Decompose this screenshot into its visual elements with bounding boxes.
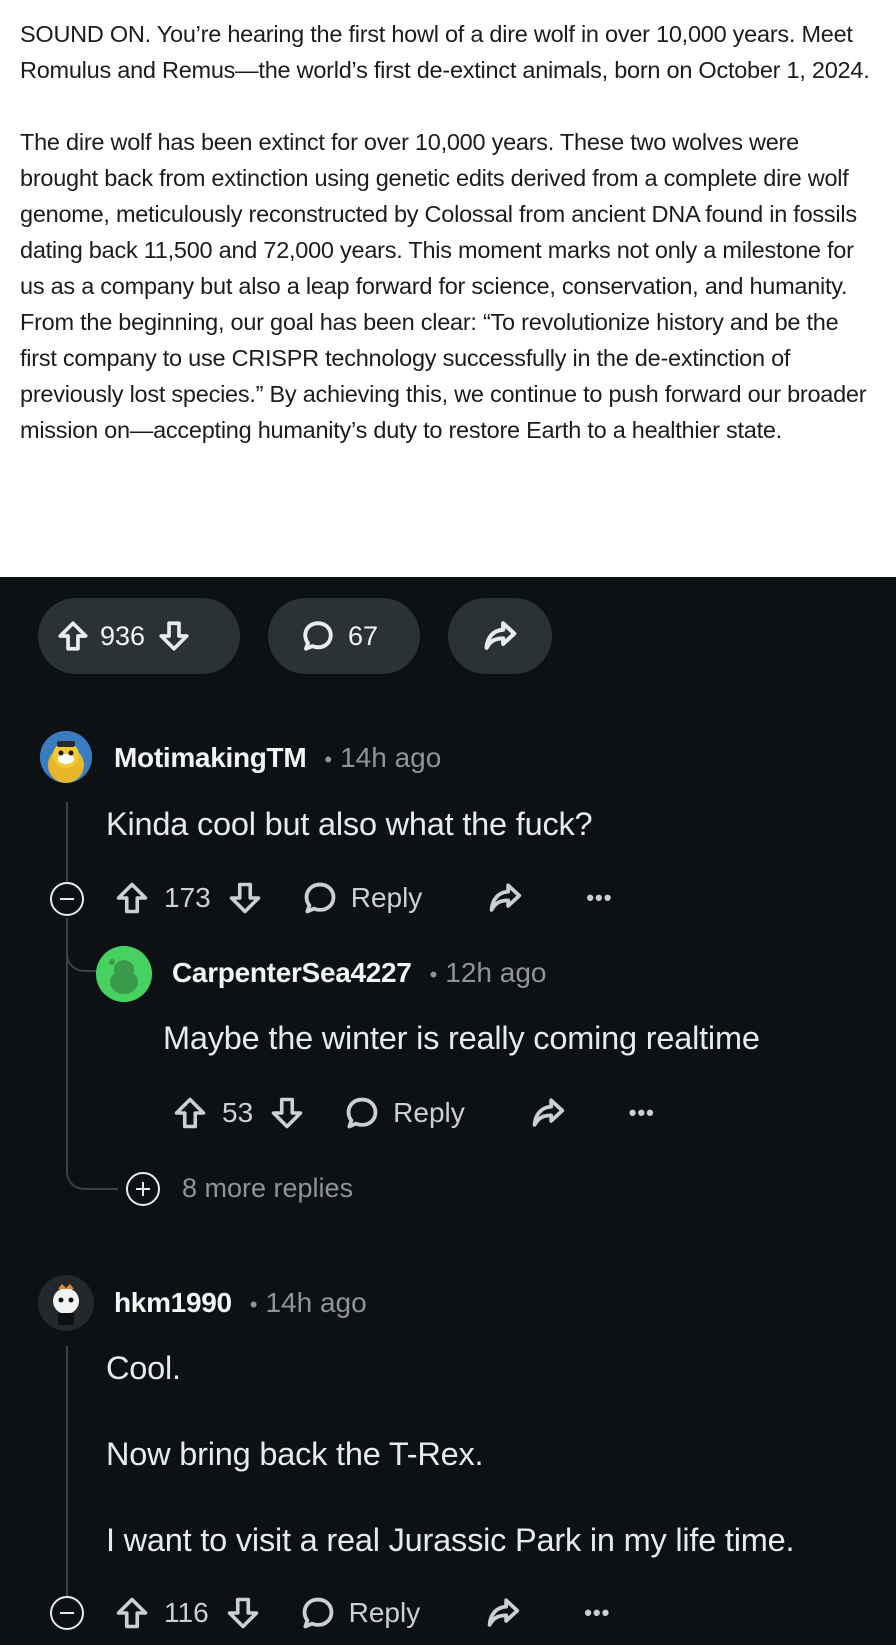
thread-line: [66, 918, 68, 1068]
separator-dot: •: [249, 1292, 258, 1317]
reply-button[interactable]: Reply: [343, 1094, 465, 1132]
comment-timestamp: 14h ago: [340, 742, 442, 773]
comment-text: Now bring back the T-Rex.: [106, 1436, 484, 1472]
collapse-icon: [60, 897, 74, 901]
share-icon[interactable]: [529, 1094, 567, 1132]
comment-header: MotimakingTM • 14h ago: [114, 742, 441, 774]
upvote-icon[interactable]: [114, 1595, 150, 1631]
upvote-icon[interactable]: [172, 1095, 208, 1131]
separator-dot: •: [324, 747, 333, 772]
downvote-icon[interactable]: [157, 619, 191, 653]
username[interactable]: hkm1990: [114, 1287, 232, 1319]
vote-count: 116: [164, 1597, 209, 1628]
comment-icon: [303, 621, 333, 651]
comment-icon: [302, 1597, 333, 1629]
post-vote-pill: 936: [38, 598, 240, 674]
collapse-button[interactable]: [50, 1596, 84, 1630]
share-icon[interactable]: [486, 879, 524, 917]
comment-icon: [346, 1097, 378, 1129]
overflow-icon[interactable]: •••: [629, 1100, 655, 1126]
post-paragraph: The dire wolf has been extinct for over …: [20, 129, 867, 443]
reply-label: Reply: [348, 1597, 421, 1628]
reply-label: Reply: [393, 1097, 465, 1128]
comment-text: Cool.: [106, 1350, 181, 1386]
downvote-icon[interactable]: [269, 1095, 305, 1131]
thread-line: [66, 802, 68, 882]
comment-header: CarpenterSea4227 • 12h ago: [172, 957, 547, 989]
thread-line: [66, 1346, 68, 1596]
post-body: SOUND ON. You’re hearing the first howl …: [0, 0, 896, 577]
vote-count: 173: [164, 882, 211, 913]
downvote-icon[interactable]: [225, 1595, 261, 1631]
post-vote-count: 936: [100, 620, 146, 651]
thread-connector: [66, 1068, 118, 1190]
username[interactable]: CarpenterSea4227: [172, 957, 412, 989]
comment-text: Kinda cool but also what the fuck?: [106, 806, 593, 842]
comment-actions: 53 Reply •••: [172, 1091, 655, 1135]
more-replies-link[interactable]: 8 more replies: [182, 1173, 353, 1204]
avatar[interactable]: [96, 946, 152, 1002]
comment-actions: 173 Reply •••: [114, 876, 612, 920]
upvote-icon[interactable]: [114, 880, 150, 916]
avatar[interactable]: [38, 1275, 94, 1331]
reply-button[interactable]: Reply: [301, 879, 423, 917]
comment-text: Maybe the winter is really coming realti…: [163, 1020, 760, 1056]
comment-timestamp: 14h ago: [265, 1287, 367, 1318]
share-icon[interactable]: [484, 1594, 522, 1632]
comment-header: hkm1990 • 14h ago: [114, 1287, 367, 1319]
post-paragraph: SOUND ON. You’re hearing the first howl …: [20, 21, 870, 83]
username[interactable]: MotimakingTM: [114, 742, 307, 774]
reply-label: Reply: [350, 882, 423, 913]
thread-connector: [66, 950, 98, 972]
overflow-icon[interactable]: •••: [584, 1600, 610, 1626]
vote-count: 53: [222, 1097, 254, 1128]
comment-timestamp: 12h ago: [445, 957, 547, 988]
comment-actions: 116 Reply •••: [114, 1591, 610, 1635]
comment-icon: [304, 882, 336, 914]
post-comment-count: 67: [348, 620, 379, 651]
collapse-button[interactable]: [50, 882, 84, 916]
post-share-button[interactable]: [448, 598, 552, 674]
avatar[interactable]: [40, 731, 92, 783]
downvote-icon[interactable]: [227, 880, 263, 916]
comment-text: I want to visit a real Jurassic Park in …: [106, 1522, 795, 1558]
separator-dot: •: [429, 962, 438, 987]
overflow-icon[interactable]: •••: [586, 885, 612, 911]
share-icon: [484, 621, 517, 650]
upvote-icon[interactable]: [56, 619, 90, 653]
reply-button[interactable]: Reply: [299, 1594, 421, 1632]
expand-replies-button[interactable]: [126, 1172, 160, 1206]
post-comments-button[interactable]: 67: [268, 598, 420, 674]
collapse-icon: [60, 1611, 74, 1615]
